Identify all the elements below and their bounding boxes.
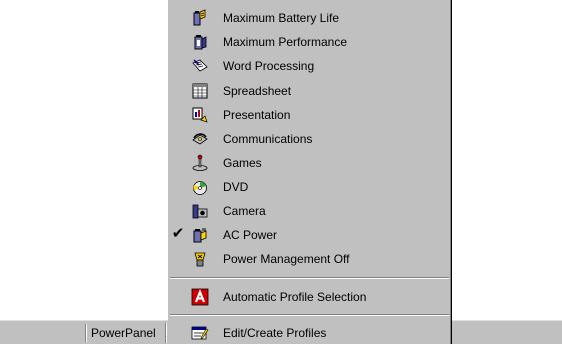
checkmark-icon: ✔ (171, 225, 185, 242)
edit-profiles-icon (191, 324, 209, 342)
ac-power-icon (191, 226, 209, 244)
menu-item-label: Edit/Create Profiles (223, 326, 327, 340)
menu-item-games[interactable]: Games (168, 151, 450, 175)
menu-item-label: Camera (223, 204, 266, 218)
spreadsheet-icon (191, 82, 209, 100)
menu-item-label: Automatic Profile Selection (223, 290, 367, 304)
menu-item-word-processing[interactable]: Word Processing (168, 54, 450, 78)
menu-item-maximum-performance[interactable]: Maximum Performance (168, 30, 450, 54)
menu-item-spreadsheet[interactable]: Spreadsheet (168, 79, 450, 103)
menu-item-presentation[interactable]: Presentation (168, 103, 450, 127)
menu-item-label: Maximum Performance (223, 35, 348, 49)
menu-item-label: Presentation (223, 108, 291, 122)
menu-separator (170, 277, 449, 279)
menu-item-power-management-off[interactable]: Power Management Off (168, 247, 450, 271)
games-icon (191, 154, 209, 172)
menu-item-maximum-battery-life[interactable]: Maximum Battery Life (168, 6, 450, 30)
menu-item-label: Communications (223, 132, 313, 146)
battery-life-icon (191, 9, 209, 27)
menu-item-automatic-profile-selection[interactable]: Automatic Profile Selection (168, 285, 450, 309)
menu-separator (170, 314, 449, 316)
word-processing-icon (191, 57, 209, 75)
menu-item-label: Spreadsheet (223, 84, 292, 98)
menu-item-camera[interactable]: Camera (168, 199, 450, 223)
automatic-profile-icon (191, 288, 209, 306)
menu-item-communications[interactable]: Communications (168, 127, 450, 151)
taskbar-separator (85, 324, 87, 342)
menu-item-label: Games (223, 156, 262, 170)
camera-icon (191, 202, 209, 220)
menu-item-label: Word Processing (223, 59, 315, 73)
menu-item-label: Maximum Battery Life (223, 11, 340, 25)
menu-item-ac-power[interactable]: ✔ AC Power (168, 223, 450, 247)
power-off-icon (191, 250, 209, 268)
menu-item-label: AC Power (223, 228, 278, 242)
menu-item-dvd[interactable]: DVD (168, 175, 450, 199)
dvd-icon (191, 178, 209, 196)
taskbar-separator (165, 323, 167, 343)
powerpanel-profile-menu: Maximum Battery Life Maximum Performance… (168, 0, 452, 344)
taskbar-powerpanel-label[interactable]: PowerPanel (91, 325, 156, 341)
menu-item-label: DVD (223, 180, 249, 194)
presentation-icon (191, 106, 209, 124)
performance-icon (191, 33, 209, 51)
menu-item-label: Power Management Off (223, 252, 350, 266)
menu-item-edit-create-profiles[interactable]: Edit/Create Profiles (168, 321, 450, 345)
communications-icon (191, 130, 209, 148)
